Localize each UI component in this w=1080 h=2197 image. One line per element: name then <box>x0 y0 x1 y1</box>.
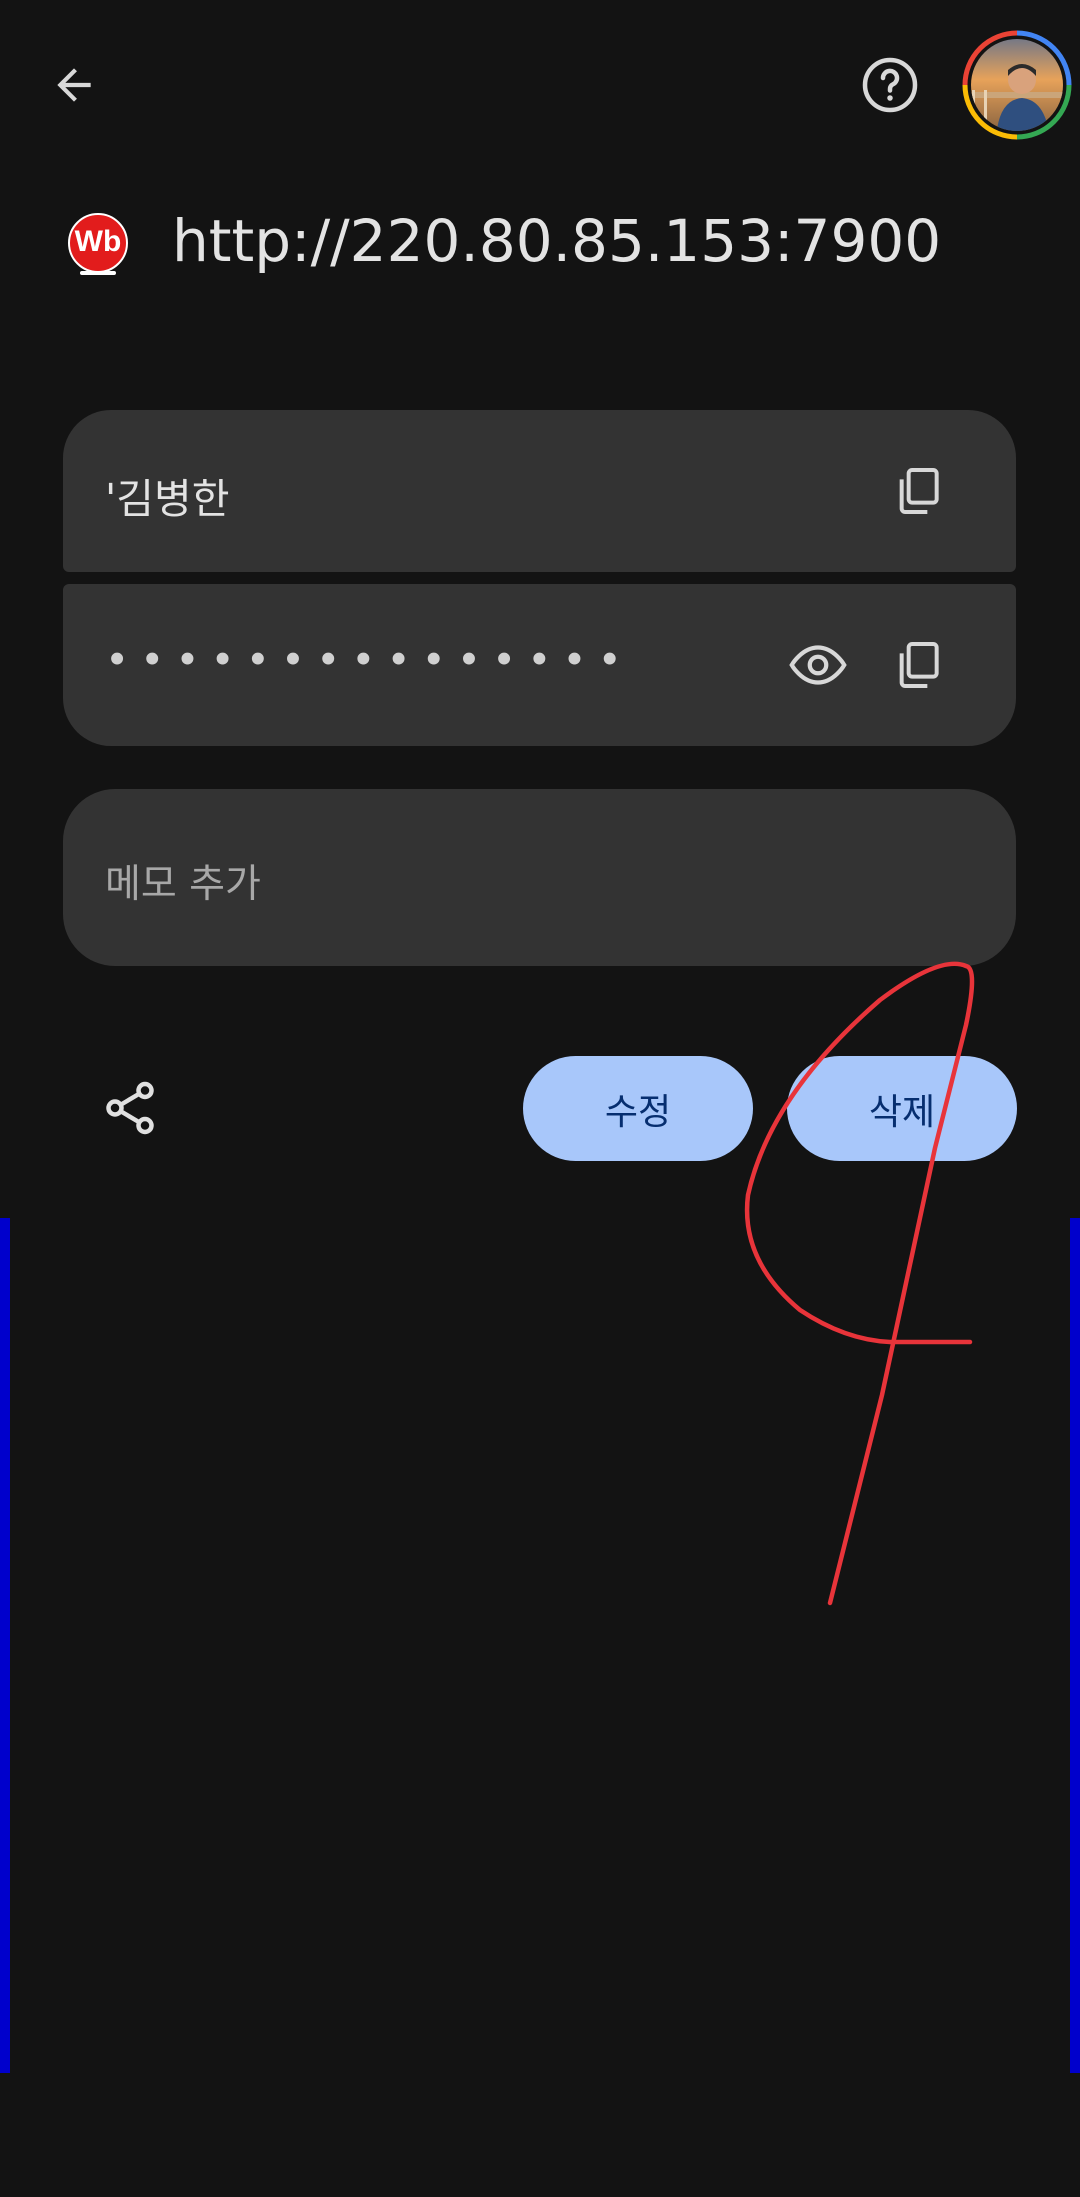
site-favicon: Wb <box>66 213 130 277</box>
edit-button[interactable]: 수정 <box>523 1056 753 1161</box>
password-mask: ••••••••••••••• <box>105 636 633 684</box>
site-url: http://220.80.85.153:7900 <box>172 207 942 275</box>
share-icon <box>106 1081 154 1135</box>
username-field[interactable]: '김병한 <box>63 410 1016 572</box>
right-edge-bar <box>1070 1218 1080 2073</box>
help-circle-icon <box>862 57 918 113</box>
share-button[interactable] <box>90 1068 170 1148</box>
delete-button[interactable]: 삭제 <box>787 1056 1017 1161</box>
account-avatar[interactable] <box>962 30 1072 140</box>
copy-icon <box>899 642 939 688</box>
eye-icon <box>789 645 847 685</box>
copy-password-button[interactable] <box>873 620 963 710</box>
help-button[interactable] <box>850 45 930 125</box>
favicon-text: Wb <box>74 225 122 258</box>
left-edge-bar <box>0 1218 10 2073</box>
add-note-field[interactable]: 메모 추가 <box>63 789 1016 966</box>
note-placeholder: 메모 추가 <box>105 862 261 907</box>
username-value: '김병한 <box>105 475 230 523</box>
arrow-left-icon <box>57 68 91 102</box>
toggle-password-visibility-button[interactable] <box>773 620 863 710</box>
back-button[interactable] <box>34 45 114 125</box>
copy-icon <box>899 468 939 514</box>
password-field[interactable]: ••••••••••••••• <box>63 584 1016 746</box>
avatar-photo <box>962 30 1072 140</box>
copy-username-button[interactable] <box>873 446 963 536</box>
